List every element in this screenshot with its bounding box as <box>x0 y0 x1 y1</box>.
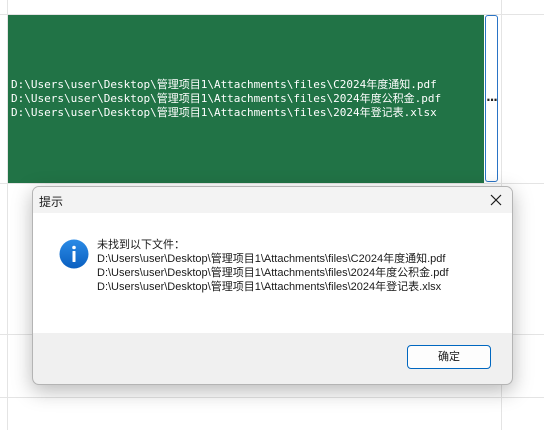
cell-line: D:\Users\user\Desktop\管理项目1\Attachments\… <box>11 78 437 91</box>
missing-file-path: D:\Users\user\Desktop\管理项目1\Attachments\… <box>97 267 449 279</box>
dialog-titlebar[interactable]: 提示 <box>33 187 512 213</box>
ok-button[interactable]: 确定 <box>407 345 491 369</box>
cell-text: D:\Users\user\Desktop\管理项目1\Attachments\… <box>11 78 441 120</box>
dialog-title: 提示 <box>39 195 64 209</box>
message-heading: 未找到以下文件： <box>97 239 185 251</box>
missing-file-path: D:\Users\user\Desktop\管理项目1\Attachments\… <box>97 253 446 265</box>
dialog-content: 未找到以下文件： D:\Users\user\Desktop\管理项目1\Att… <box>33 213 512 333</box>
message-dialog: 提示 未找到以下文件： D:\Users\user\Desktop\管理项目1\… <box>32 186 513 385</box>
close-button[interactable] <box>480 187 512 213</box>
more-button-label: ... <box>486 90 498 104</box>
close-icon <box>490 194 502 206</box>
dialog-message: 未找到以下文件： D:\Users\user\Desktop\管理项目1\Att… <box>97 238 449 294</box>
cell-text-panel[interactable]: D:\Users\user\Desktop\管理项目1\Attachments\… <box>8 15 484 183</box>
cell-line: D:\Users\user\Desktop\管理项目1\Attachments\… <box>11 92 442 105</box>
info-icon <box>59 239 89 269</box>
grid-line <box>0 397 544 398</box>
more-button[interactable]: ... <box>485 15 498 182</box>
cell-line: D:\Users\user\Desktop\管理项目1\Attachments\… <box>11 106 437 119</box>
missing-file-path: D:\Users\user\Desktop\管理项目1\Attachments\… <box>97 281 442 293</box>
grid-line <box>0 183 544 184</box>
